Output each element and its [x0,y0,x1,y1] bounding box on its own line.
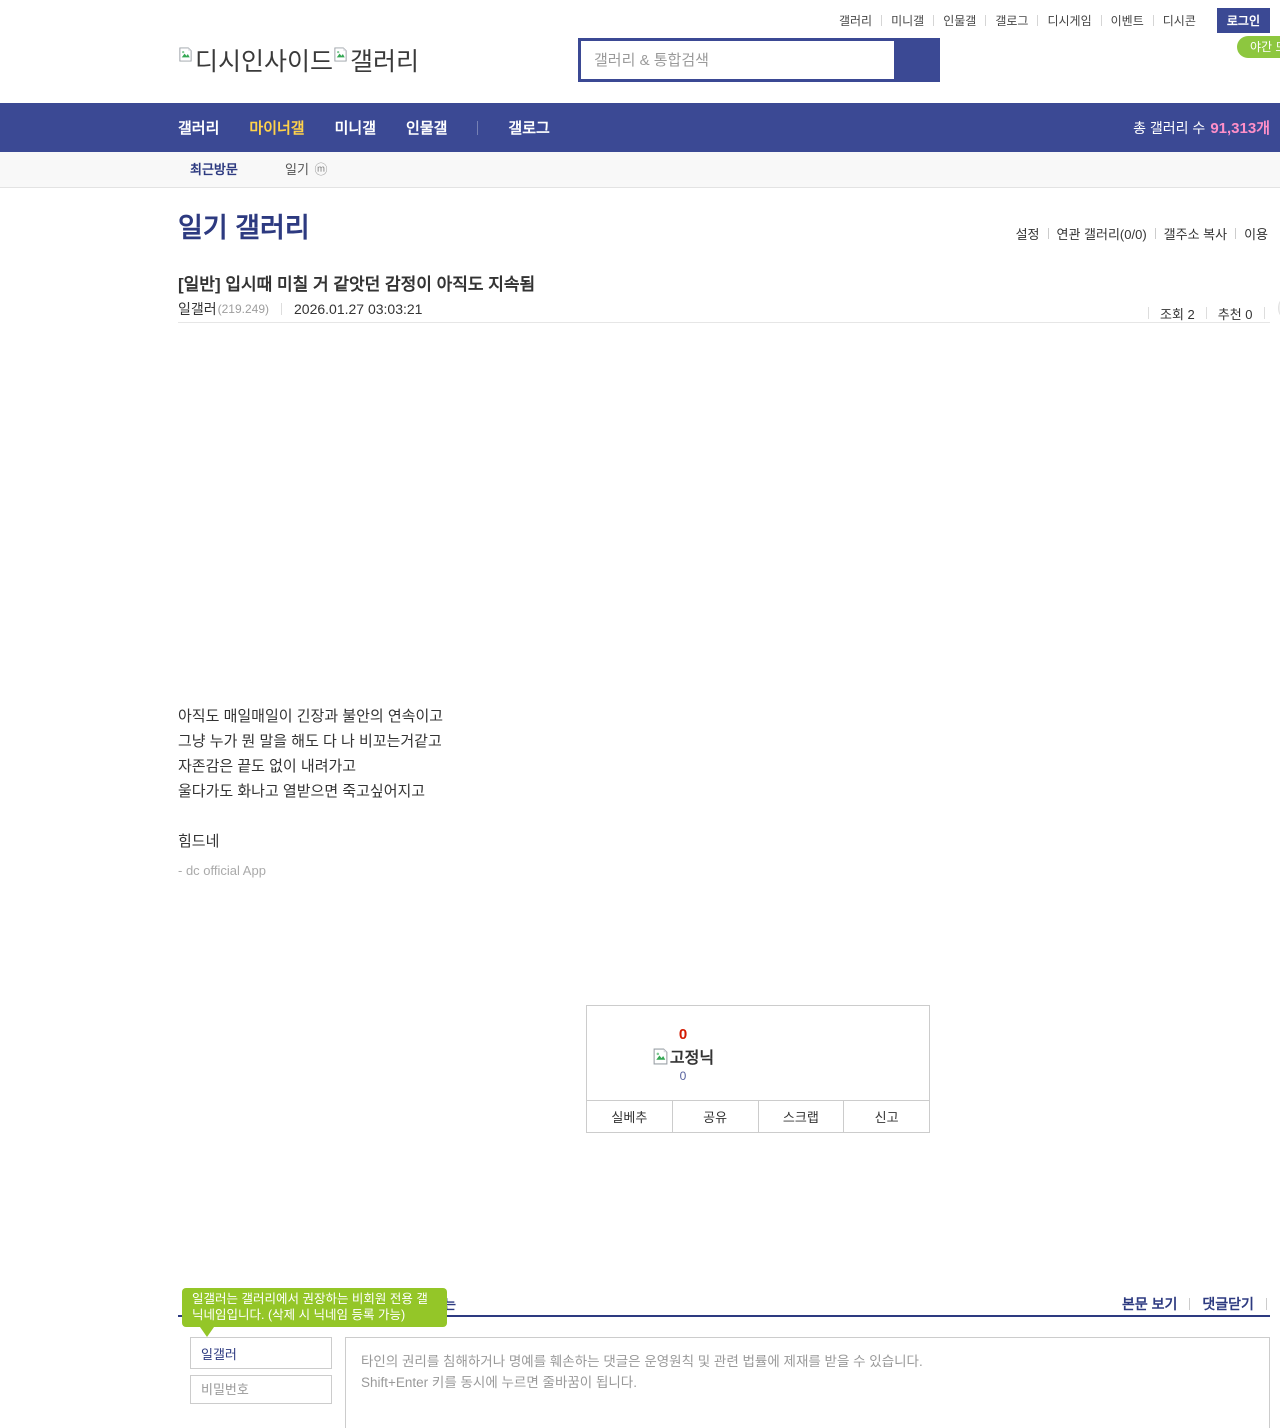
visited-gallery-tab[interactable]: 일기 ⓜ [285,152,328,188]
logo-text-dcinside: 디시인사이드 [195,42,333,78]
gallery-links: 설정 연관 갤러리(0/0) 갤주소 복사 이용 [1008,224,1276,243]
vote-cluster: 0 고정닉 0 [587,1026,779,1083]
search-box [578,38,897,82]
comment-textarea[interactable] [345,1337,1270,1428]
post-body-line: 울다가도 화나고 열받으면 죽고싶어지고 [178,779,1038,804]
divider [477,121,478,135]
downvote-count: 0 [587,1069,779,1083]
top-link-gallog[interactable]: 갤로그 [986,12,1037,29]
comment-tools: 본문 보기 댓글닫기 [1122,1294,1279,1314]
post-body-line: 그냥 누가 뭔 말을 해도 다 나 비꼬는거같고 [178,729,1038,754]
top-utility-bar: 갤러리 미니갤 인물갤 갤로그 디시게임 이벤트 디시콘 로그인 [830,10,1270,30]
related-gallery-link[interactable]: 연관 갤러리(0/0) [1049,224,1155,243]
post-author[interactable]: 일갤러 [178,299,217,319]
nav-item-gallog[interactable]: 갤로그 [508,117,549,138]
search-button[interactable] [897,38,940,82]
divider [1148,307,1149,319]
upvote-count: 0 [587,1026,779,1043]
nav-item-persongal[interactable]: 인물갤 [406,117,447,138]
divider [1266,1298,1267,1310]
top-link-dcgame[interactable]: 디시게임 [1038,12,1100,29]
post-date: 2026.01.27 03:03:21 [294,301,422,317]
sub-navbar: 최근방문 일기 ⓜ [0,152,1280,188]
fixed-nick-row[interactable]: 고정닉 [587,1044,779,1068]
gallery-settings-link[interactable]: 설정 [1008,224,1048,243]
vote-box: 0 고정닉 0 실베추 공유 스크랩 신고 [586,1005,930,1133]
tooltip-arrow [200,1327,214,1337]
recent-visited-label[interactable]: 최근방문 [190,152,238,188]
broken-image-icon [178,47,193,62]
post-body-line: 힘드네 [178,829,1038,854]
comment-nickname-input[interactable] [190,1337,332,1369]
post-meta: 일갤러 (219.249) 2026.01.27 03:03:21 [178,299,422,319]
post-title: [일반] 입시때 미칠 거 같앗던 감정이 아직도 지속됨 [178,270,535,295]
copy-gallery-url-link[interactable]: 갤주소 복사 [1156,224,1235,243]
nav-item-minorgal[interactable]: 마이너갤 [249,117,304,138]
visited-gallery-name: 일기 [285,162,309,177]
top-link-persongal[interactable]: 인물갤 [934,12,985,29]
divider [281,303,282,315]
view-count: 조회 2 [1160,304,1195,323]
divider [1189,1298,1190,1310]
post-body-line: 아직도 매일매일이 긴장과 불안의 연속이고 [178,704,1038,729]
minor-gallery-icon: ⓜ [315,162,328,177]
total-gallery-label: 총 갤러리 수 [1133,118,1205,138]
top-link-dccon[interactable]: 디시콘 [1154,12,1205,29]
nickname-tooltip: 일갤러는 갤러리에서 권장하는 비회원 전용 갤닉네임입니다. (삭제 시 닉네… [182,1288,447,1327]
logo-text-gallery: 갤러리 [350,42,419,78]
share-button[interactable]: 공유 [673,1101,759,1132]
usage-guide-link[interactable]: 이용 [1236,224,1276,243]
top-link-gallery[interactable]: 갤러리 [830,12,881,29]
search-bar [578,38,940,82]
nav-item-minigal[interactable]: 미니갤 [335,117,376,138]
top-link-event[interactable]: 이벤트 [1102,12,1153,29]
divider [1206,307,1207,319]
like-count: 추천 0 [1218,304,1253,323]
report-button[interactable]: 신고 [844,1101,929,1132]
search-input[interactable] [581,52,894,69]
post-body: 아직도 매일매일이 긴장과 불안의 연속이고 그냥 누가 뭔 말을 해도 다 나… [178,704,1038,878]
silbechu-button[interactable]: 실베추 [587,1101,673,1132]
main-navbar: 갤러리 마이너갤 미니갤 인물갤 갤로그 총 갤러리 수 91,313개 [0,103,1280,152]
total-gallery-number: 91,313개 [1210,117,1270,138]
view-post-button[interactable]: 본문 보기 [1122,1294,1177,1314]
top-link-minigal[interactable]: 미니갤 [882,12,933,29]
vote-buttons-row: 실베추 공유 스크랩 신고 [587,1100,929,1132]
broken-image-icon [333,47,348,62]
post-author-ip: (219.249) [218,302,269,316]
login-button[interactable]: 로그인 [1217,8,1270,33]
comment-password-input[interactable] [190,1375,332,1404]
broken-image-icon [652,1048,669,1065]
total-gallery-count: 총 갤러리 수 91,313개 [1133,103,1270,152]
post-header-divider [178,322,1270,323]
fixed-nick-label: 고정닉 [670,1044,714,1068]
close-comments-button[interactable]: 댓글닫기 [1202,1294,1254,1314]
dc-app-signature: - dc official App [178,863,1038,878]
site-logo[interactable]: 디시인사이드 갤러리 [178,42,419,78]
scrap-button[interactable]: 스크랩 [759,1101,845,1132]
main-nav-items: 갤러리 마이너갤 미니갤 인물갤 갤로그 [178,103,550,152]
page: 갤러리 미니갤 인물갤 갤로그 디시게임 이벤트 디시콘 로그인 디시인사이드 … [0,0,1280,1428]
nav-item-gallery[interactable]: 갤러리 [178,117,219,138]
post-body-line [178,804,1038,829]
gallery-title[interactable]: 일기 갤러리 [178,206,310,245]
divider [1264,307,1265,319]
night-mode-button[interactable]: 야간 모드 [1237,36,1280,58]
post-body-line: 자존감은 끝도 없이 내려가고 [178,754,1038,779]
